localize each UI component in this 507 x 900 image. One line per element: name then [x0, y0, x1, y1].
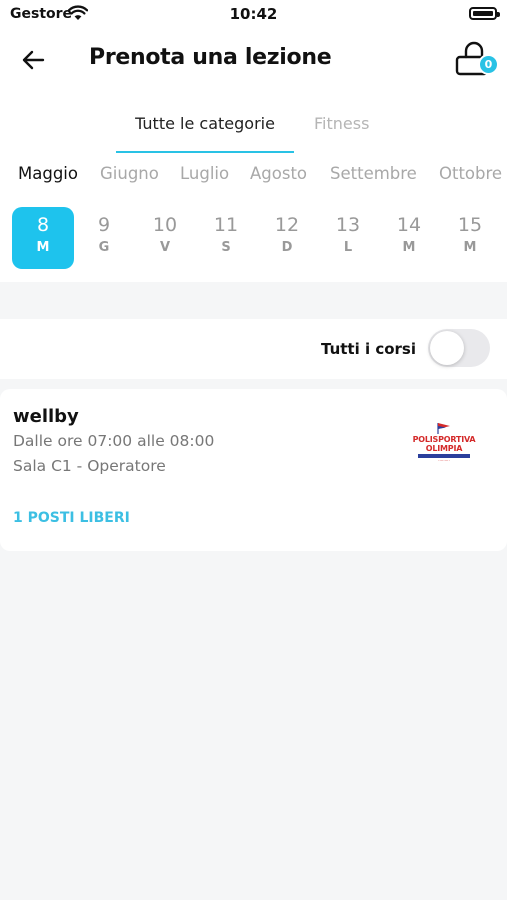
category-tabs: Tutte le categorie Fitness	[0, 112, 507, 154]
status-time: 10:42	[229, 5, 278, 23]
available-seats: 1 POSTI LIBERI	[13, 510, 130, 526]
month-august[interactable]: Agosto	[250, 164, 307, 183]
day-weekday: L	[343, 240, 353, 255]
day-item[interactable]: 12 D	[256, 207, 318, 269]
club-logo: POLISPORTIVA OLIMPIA ·········	[412, 422, 476, 470]
month-selector: Maggio Giugno Luglio Agosto Settembre Ot…	[0, 164, 507, 188]
day-item[interactable]: 9 G	[73, 207, 135, 269]
day-number: 10	[152, 214, 178, 236]
tab-fitness[interactable]: Fitness	[314, 114, 369, 133]
page-title: Prenota una lezione	[89, 45, 332, 70]
day-weekday: M	[463, 240, 477, 255]
booking-screen: Gestore 10:42 Prenota una lezione 0 Tutt…	[0, 0, 507, 900]
lesson-time: Dalle ore 07:00 alle 08:00	[13, 432, 215, 450]
day-item[interactable]: 8 M	[12, 207, 74, 269]
cart-count-badge: 0	[478, 54, 499, 75]
lesson-name: wellby	[13, 406, 79, 427]
day-weekday: S	[221, 240, 231, 255]
day-item[interactable]: 10 V	[134, 207, 196, 269]
day-number: 15	[457, 214, 483, 236]
day-number: 8	[36, 214, 50, 236]
day-weekday: G	[98, 240, 110, 255]
all-courses-toggle[interactable]	[428, 329, 490, 367]
day-number: 11	[213, 214, 239, 236]
day-number: 13	[335, 214, 361, 236]
toggle-knob	[430, 331, 464, 365]
tab-all-categories[interactable]: Tutte le categorie	[116, 112, 294, 153]
day-number: 9	[97, 214, 111, 236]
day-item[interactable]: 15 M	[439, 207, 501, 269]
day-number: 14	[396, 214, 422, 236]
logo-subline: ·········	[438, 458, 450, 463]
lesson-room: Sala C1 - Operatore	[13, 457, 166, 475]
day-number: 12	[274, 214, 300, 236]
back-button[interactable]	[20, 46, 52, 74]
month-july[interactable]: Luglio	[180, 164, 229, 183]
logo-text-olimpia: OLIMPIA	[425, 444, 463, 453]
day-weekday: M	[402, 240, 416, 255]
arrow-left-icon	[22, 50, 45, 70]
day-item[interactable]: 14 M	[378, 207, 440, 269]
day-item[interactable]: 11 S	[195, 207, 257, 269]
month-september[interactable]: Settembre	[330, 164, 417, 183]
lesson-card[interactable]: wellby Dalle ore 07:00 alle 08:00 Sala C…	[0, 389, 507, 551]
day-weekday: V	[159, 240, 171, 255]
day-weekday: M	[36, 240, 50, 255]
cart-button[interactable]: 0	[450, 40, 502, 82]
logo-text-polisportiva: POLISPORTIVA	[412, 435, 476, 444]
flag-icon	[437, 423, 450, 434]
month-october[interactable]: Ottobre	[439, 164, 502, 183]
day-item[interactable]: 13 L	[317, 207, 379, 269]
all-courses-label: Tutti i corsi	[321, 340, 416, 358]
battery-icon	[469, 7, 500, 20]
month-june[interactable]: Giugno	[100, 164, 159, 183]
course-filter-bar: Tutti i corsi	[0, 319, 507, 379]
day-weekday: D	[281, 240, 293, 255]
month-may[interactable]: Maggio	[18, 164, 78, 183]
status-bar: Gestore 10:42	[0, 0, 507, 30]
